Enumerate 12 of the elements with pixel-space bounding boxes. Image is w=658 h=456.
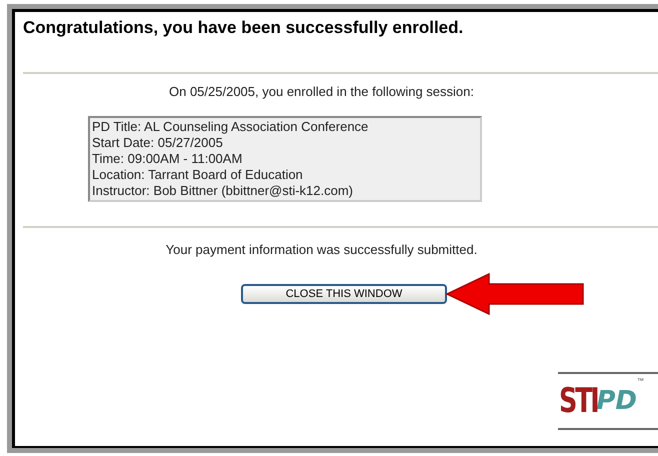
- session-detail-line: PD Title: AL Counseling Association Conference: [92, 118, 370, 134]
- logo-pd-text: PD: [596, 385, 637, 418]
- session-detail-line: Instructor: Bob Bittner (bbittner@sti-k12.com): [92, 182, 354, 198]
- session-detail-line: Location: Tarrant Board of Education: [92, 166, 304, 182]
- logo-sti-text: STI: [559, 380, 598, 423]
- session-detail-line: Start Date: 05/27/2005: [92, 134, 224, 150]
- session-detail-line: Time: 09:00AM - 11:00AM: [92, 150, 244, 166]
- page-heading: Congratulations, you have been successfully enrolled.: [23, 18, 464, 38]
- arrow-icon: [445, 273, 585, 315]
- close-window-button[interactable]: CLOSE THIS WINDOW: [241, 284, 447, 304]
- enrollment-message: On 05/25/2005, you enrolled in the following session:: [168, 83, 475, 101]
- payment-message: Your payment information was successfully submitted.: [164, 240, 478, 259]
